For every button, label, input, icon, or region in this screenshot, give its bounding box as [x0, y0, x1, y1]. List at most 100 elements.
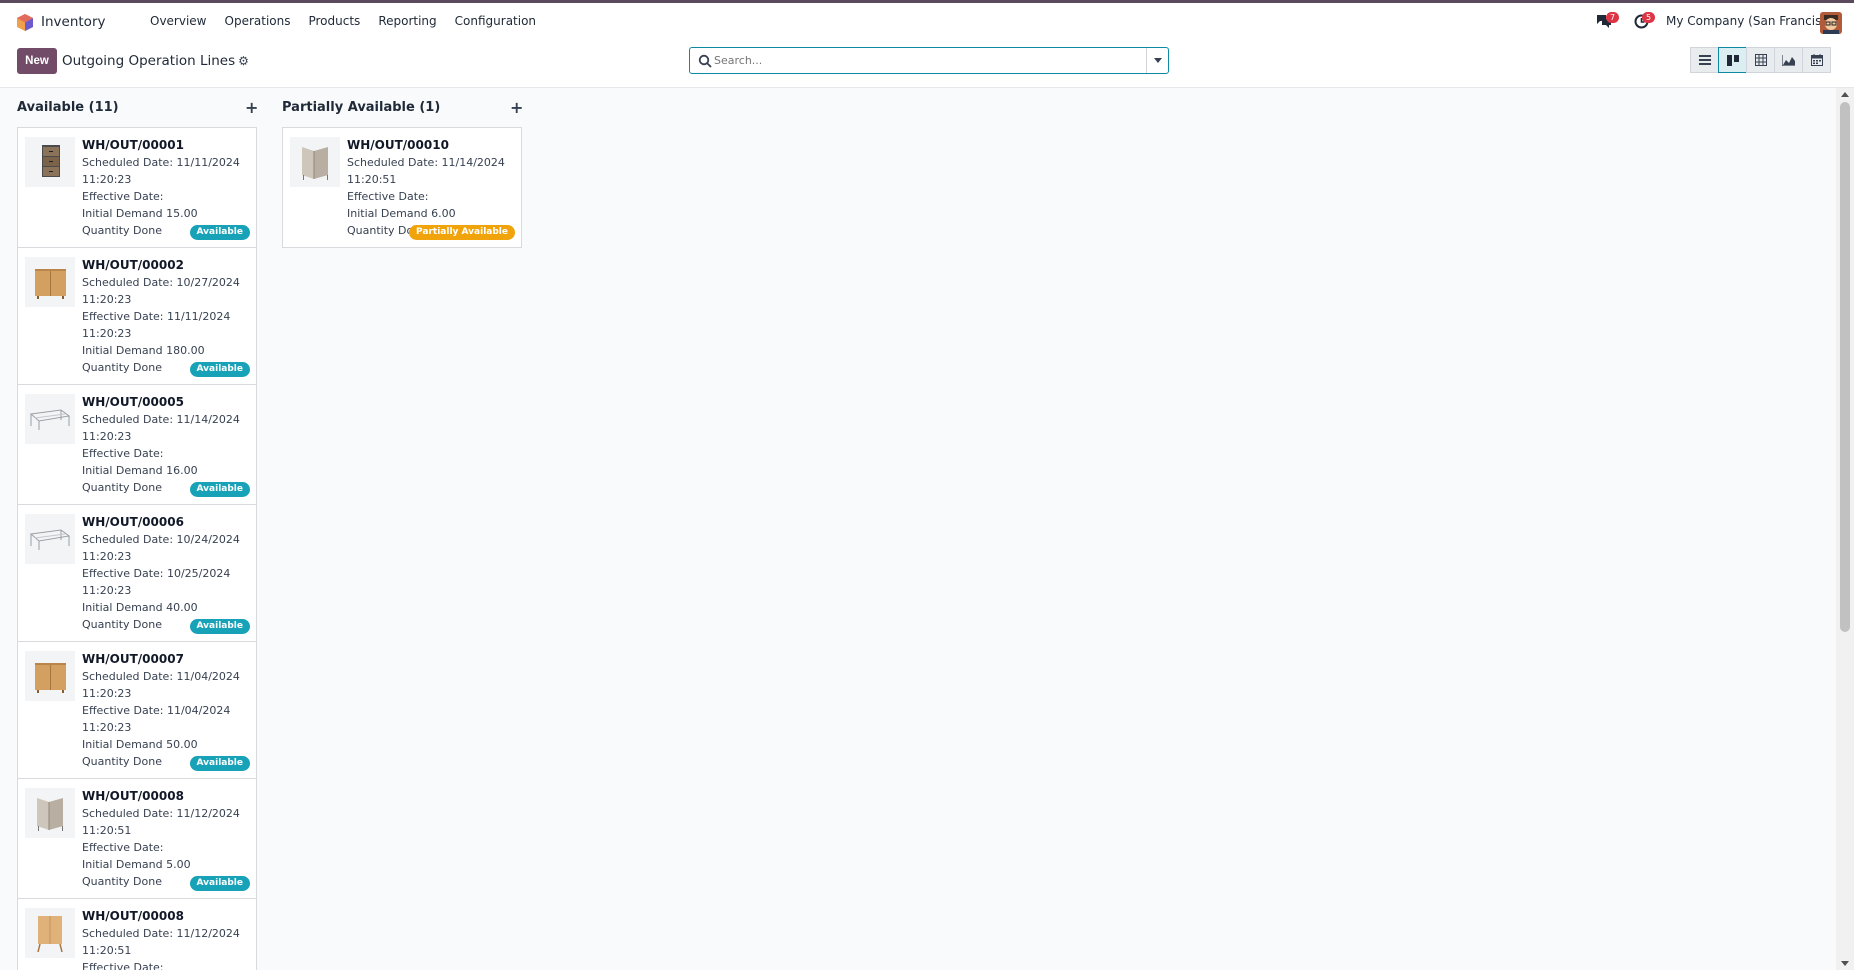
- status-badge: Available: [189, 225, 250, 240]
- column-title[interactable]: Partially Available (1): [282, 100, 440, 115]
- quick-create-plus-icon[interactable]: +: [245, 98, 258, 117]
- card-initial-demand: Initial Demand 6.00: [347, 207, 456, 220]
- column-header: Available (11) +: [17, 88, 258, 128]
- search-icon: [698, 54, 712, 68]
- status-badge: Available: [189, 756, 250, 771]
- kanban-view-icon[interactable]: [1718, 47, 1747, 73]
- card-reference: WH/OUT/00008: [82, 909, 184, 923]
- card-reference: WH/OUT/00005: [82, 395, 184, 409]
- menu-overview[interactable]: Overview: [150, 14, 207, 28]
- kanban-card[interactable]: WH/OUT/00001 Scheduled Date: 11/11/2024 11…: [17, 127, 257, 248]
- kanban-card[interactable]: WH/OUT/00008 Scheduled Date: 11/12/2024 11…: [17, 898, 257, 970]
- card-effective-date: Effective Date: 10/25/2024: [82, 567, 231, 580]
- kanban-column-partially-available: Partially Available (1) + WH/OUT/00010 Sc…: [282, 88, 523, 248]
- card-scheduled-date: Scheduled Date: 11/14/2024: [347, 156, 505, 169]
- card-scheduled-time: 11:20:23: [82, 293, 132, 306]
- card-reference: WH/OUT/00002: [82, 258, 184, 272]
- card-info: WH/OUT/00006 Scheduled Date: 10/24/2024 11…: [82, 513, 240, 633]
- card-effective-date: Effective Date:: [82, 961, 164, 970]
- control-panel: New Outgoing Operation Lines ⚙: [0, 41, 1854, 88]
- graph-view-icon[interactable]: [1774, 47, 1803, 73]
- quick-create-plus-icon[interactable]: +: [510, 98, 523, 117]
- menu-reporting[interactable]: Reporting: [378, 14, 436, 28]
- card-effective-date: Effective Date:: [82, 447, 164, 460]
- search-input[interactable]: [714, 50, 1134, 71]
- card-scheduled-time: 11:20:51: [82, 944, 132, 957]
- product-image: [290, 137, 340, 187]
- card-initial-demand: Initial Demand 16.00: [82, 464, 198, 477]
- activities-count-badge: 5: [1642, 12, 1655, 23]
- card-effective-date: Effective Date: 11/11/2024: [82, 310, 231, 323]
- card-scheduled-time: 11:20:51: [347, 173, 397, 186]
- view-switcher: [1690, 47, 1831, 73]
- card-info: WH/OUT/00007 Scheduled Date: 11/04/2024 11…: [82, 650, 240, 770]
- card-scheduled-date: Scheduled Date: 11/14/2024: [82, 413, 240, 426]
- pivot-view-icon[interactable]: [1746, 47, 1775, 73]
- navbar: Inventory Overview Operations Products R…: [0, 3, 1854, 41]
- kanban-card[interactable]: WH/OUT/00007 Scheduled Date: 11/04/2024 11…: [17, 641, 257, 779]
- card-initial-demand: Initial Demand 5.00: [82, 858, 191, 871]
- search-options-toggle[interactable]: [1146, 48, 1168, 73]
- card-scheduled-date: Scheduled Date: 11/12/2024: [82, 807, 240, 820]
- card-reference: WH/OUT/00001: [82, 138, 184, 152]
- company-switcher[interactable]: My Company (San Francisco): [1666, 14, 1840, 28]
- card-reference: WH/OUT/00010: [347, 138, 449, 152]
- card-reference: WH/OUT/00006: [82, 515, 184, 529]
- new-button[interactable]: New: [17, 48, 57, 74]
- card-effective-time: 11:20:23: [82, 584, 132, 597]
- column-header: Partially Available (1) +: [282, 88, 523, 128]
- card-effective-time: 11:20:23: [82, 721, 132, 734]
- product-image: [25, 137, 75, 187]
- card-scheduled-date: Scheduled Date: 10/27/2024: [82, 276, 240, 289]
- user-avatar[interactable]: [1820, 12, 1842, 34]
- scroll-up-arrow-icon[interactable]: [1841, 92, 1849, 97]
- card-info: WH/OUT/00008 Scheduled Date: 11/12/2024 11…: [82, 787, 240, 890]
- column-title[interactable]: Available (11): [17, 100, 119, 115]
- card-scheduled-date: Scheduled Date: 10/24/2024: [82, 533, 240, 546]
- card-info: WH/OUT/00001 Scheduled Date: 11/11/2024 11…: [82, 136, 240, 239]
- kanban-card[interactable]: WH/OUT/00010 Scheduled Date: 11/14/2024 11…: [282, 127, 522, 248]
- kanban-column-available: Available (11) + WH/OUT/00001 Scheduled D…: [17, 88, 258, 970]
- calendar-view-icon[interactable]: [1802, 47, 1831, 73]
- messages-count-badge: 7: [1606, 12, 1619, 23]
- kanban-board: Available (11) + WH/OUT/00001 Scheduled D…: [0, 88, 1836, 970]
- card-scheduled-date: Scheduled Date: 11/11/2024: [82, 156, 240, 169]
- card-info: WH/OUT/00005 Scheduled Date: 11/14/2024 11…: [82, 393, 240, 496]
- card-initial-demand: Initial Demand 50.00: [82, 738, 198, 751]
- product-image: [25, 514, 75, 564]
- card-initial-demand: Initial Demand 40.00: [82, 601, 198, 614]
- vertical-scrollbar[interactable]: [1836, 88, 1854, 970]
- status-badge: Available: [189, 619, 250, 634]
- scrollbar-thumb[interactable]: [1840, 102, 1850, 632]
- card-info: WH/OUT/00008 Scheduled Date: 11/12/2024 11…: [82, 907, 240, 970]
- list-view-icon[interactable]: [1690, 47, 1719, 73]
- kanban-card[interactable]: WH/OUT/00008 Scheduled Date: 11/12/2024 11…: [17, 778, 257, 899]
- breadcrumb: Outgoing Operation Lines ⚙: [62, 53, 249, 69]
- card-scheduled-date: Scheduled Date: 11/04/2024: [82, 670, 240, 683]
- card-effective-date: Effective Date:: [82, 190, 164, 203]
- menu-configuration[interactable]: Configuration: [455, 14, 536, 28]
- inventory-app-logo-icon[interactable]: [17, 14, 33, 31]
- gear-icon[interactable]: ⚙: [238, 54, 249, 68]
- card-reference: WH/OUT/00007: [82, 652, 184, 666]
- menu-products[interactable]: Products: [308, 14, 360, 28]
- card-scheduled-time: 11:20:51: [82, 824, 132, 837]
- page-title: Outgoing Operation Lines: [62, 53, 236, 69]
- card-effective-date: Effective Date:: [347, 190, 429, 203]
- product-image: [25, 908, 75, 958]
- card-info: WH/OUT/00010 Scheduled Date: 11/14/2024 11…: [347, 136, 505, 239]
- kanban-card[interactable]: WH/OUT/00006 Scheduled Date: 10/24/2024 11…: [17, 504, 257, 642]
- status-badge: Available: [189, 482, 250, 497]
- card-info: WH/OUT/00002 Scheduled Date: 10/27/2024 11…: [82, 256, 240, 376]
- card-scheduled-time: 11:20:23: [82, 687, 132, 700]
- menu-operations[interactable]: Operations: [225, 14, 291, 28]
- card-scheduled-time: 11:20:23: [82, 173, 132, 186]
- card-initial-demand: Initial Demand 15.00: [82, 207, 198, 220]
- card-scheduled-time: 11:20:23: [82, 430, 132, 443]
- kanban-card[interactable]: WH/OUT/00005 Scheduled Date: 11/14/2024 11…: [17, 384, 257, 505]
- status-badge: Available: [189, 362, 250, 377]
- scroll-down-arrow-icon[interactable]: [1841, 961, 1849, 966]
- kanban-card[interactable]: WH/OUT/00002 Scheduled Date: 10/27/2024 11…: [17, 247, 257, 385]
- card-effective-date: Effective Date: 11/04/2024: [82, 704, 231, 717]
- app-name[interactable]: Inventory: [41, 14, 105, 30]
